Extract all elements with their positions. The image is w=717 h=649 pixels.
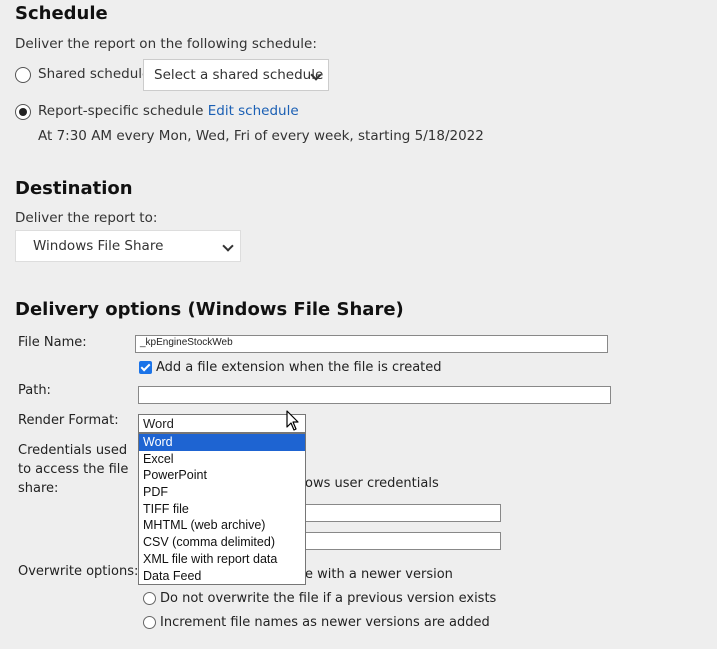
destination-select-value: Windows File Share bbox=[33, 238, 164, 254]
overwrite-option-3-label: Increment file names as newer versions a… bbox=[160, 615, 490, 630]
render-format-option-pdf[interactable]: PDF bbox=[139, 484, 305, 501]
path-label: Path: bbox=[18, 383, 51, 398]
render-format-option-xml[interactable]: XML file with report data bbox=[139, 551, 305, 568]
destination-intro: Deliver the report to: bbox=[15, 210, 158, 226]
render-format-option-tiff[interactable]: TIFF file bbox=[139, 501, 305, 518]
destination-heading: Destination bbox=[15, 178, 133, 199]
render-format-label: Render Format: bbox=[18, 413, 119, 428]
file-name-input[interactable]: _kpEngineStockWeb bbox=[135, 335, 608, 353]
report-specific-schedule-label: Report-specific schedule Edit schedule bbox=[38, 103, 299, 119]
path-input[interactable] bbox=[138, 386, 611, 404]
add-file-extension-checkbox[interactable] bbox=[139, 361, 152, 374]
shared-schedule-select-value: Select a shared schedule bbox=[154, 67, 324, 83]
render-format-dropdown[interactable]: Word Excel PowerPoint PDF TIFF file MHTM… bbox=[138, 433, 306, 585]
render-format-option-word[interactable]: Word bbox=[139, 434, 305, 451]
overwrite-option-2-label: Do not overwrite the file if a previous … bbox=[160, 591, 497, 606]
render-format-option-excel[interactable]: Excel bbox=[139, 451, 305, 468]
schedule-heading: Schedule bbox=[15, 3, 108, 24]
render-format-option-powerpoint[interactable]: PowerPoint bbox=[139, 467, 305, 484]
render-format-select[interactable]: Word bbox=[138, 414, 306, 433]
shared-schedule-label: Shared schedule bbox=[38, 66, 151, 82]
chevron-down-icon bbox=[222, 240, 234, 252]
render-format-option-csv[interactable]: CSV (comma delimited) bbox=[139, 534, 305, 551]
file-name-label: File Name: bbox=[18, 335, 87, 350]
overwrite-options-label: Overwrite options: bbox=[18, 564, 139, 579]
overwrite-option-1-label: e with a newer version bbox=[305, 567, 453, 582]
add-file-extension-label: Add a file extension when the file is cr… bbox=[156, 360, 442, 375]
overwrite-option-2-radio[interactable] bbox=[143, 592, 156, 605]
destination-select[interactable]: Windows File Share bbox=[15, 230, 241, 262]
credentials-option-label: ows user credentials bbox=[305, 476, 439, 491]
schedule-intro: Deliver the report on the following sche… bbox=[15, 36, 317, 52]
delivery-options-heading: Delivery options (Windows File Share) bbox=[15, 299, 404, 320]
credentials-label-line2: to access the file bbox=[18, 462, 129, 477]
shared-schedule-select[interactable]: Select a shared schedule bbox=[143, 59, 329, 91]
render-format-option-data-feed[interactable]: Data Feed bbox=[139, 568, 305, 585]
username-input[interactable] bbox=[300, 504, 501, 522]
credentials-label-line1: Credentials used bbox=[18, 443, 128, 458]
render-format-option-mhtml[interactable]: MHTML (web archive) bbox=[139, 517, 305, 534]
report-specific-label-text: Report-specific schedule bbox=[38, 103, 204, 119]
mouse-pointer-icon bbox=[286, 410, 299, 431]
report-specific-schedule-radio[interactable] bbox=[15, 104, 31, 120]
credentials-label-line3: share: bbox=[18, 481, 59, 496]
password-input[interactable] bbox=[300, 532, 501, 550]
schedule-summary: At 7:30 AM every Mon, Wed, Fri of every … bbox=[38, 128, 484, 144]
overwrite-option-3-radio[interactable] bbox=[143, 616, 156, 629]
edit-schedule-link[interactable]: Edit schedule bbox=[208, 103, 299, 119]
shared-schedule-radio[interactable] bbox=[15, 67, 31, 83]
